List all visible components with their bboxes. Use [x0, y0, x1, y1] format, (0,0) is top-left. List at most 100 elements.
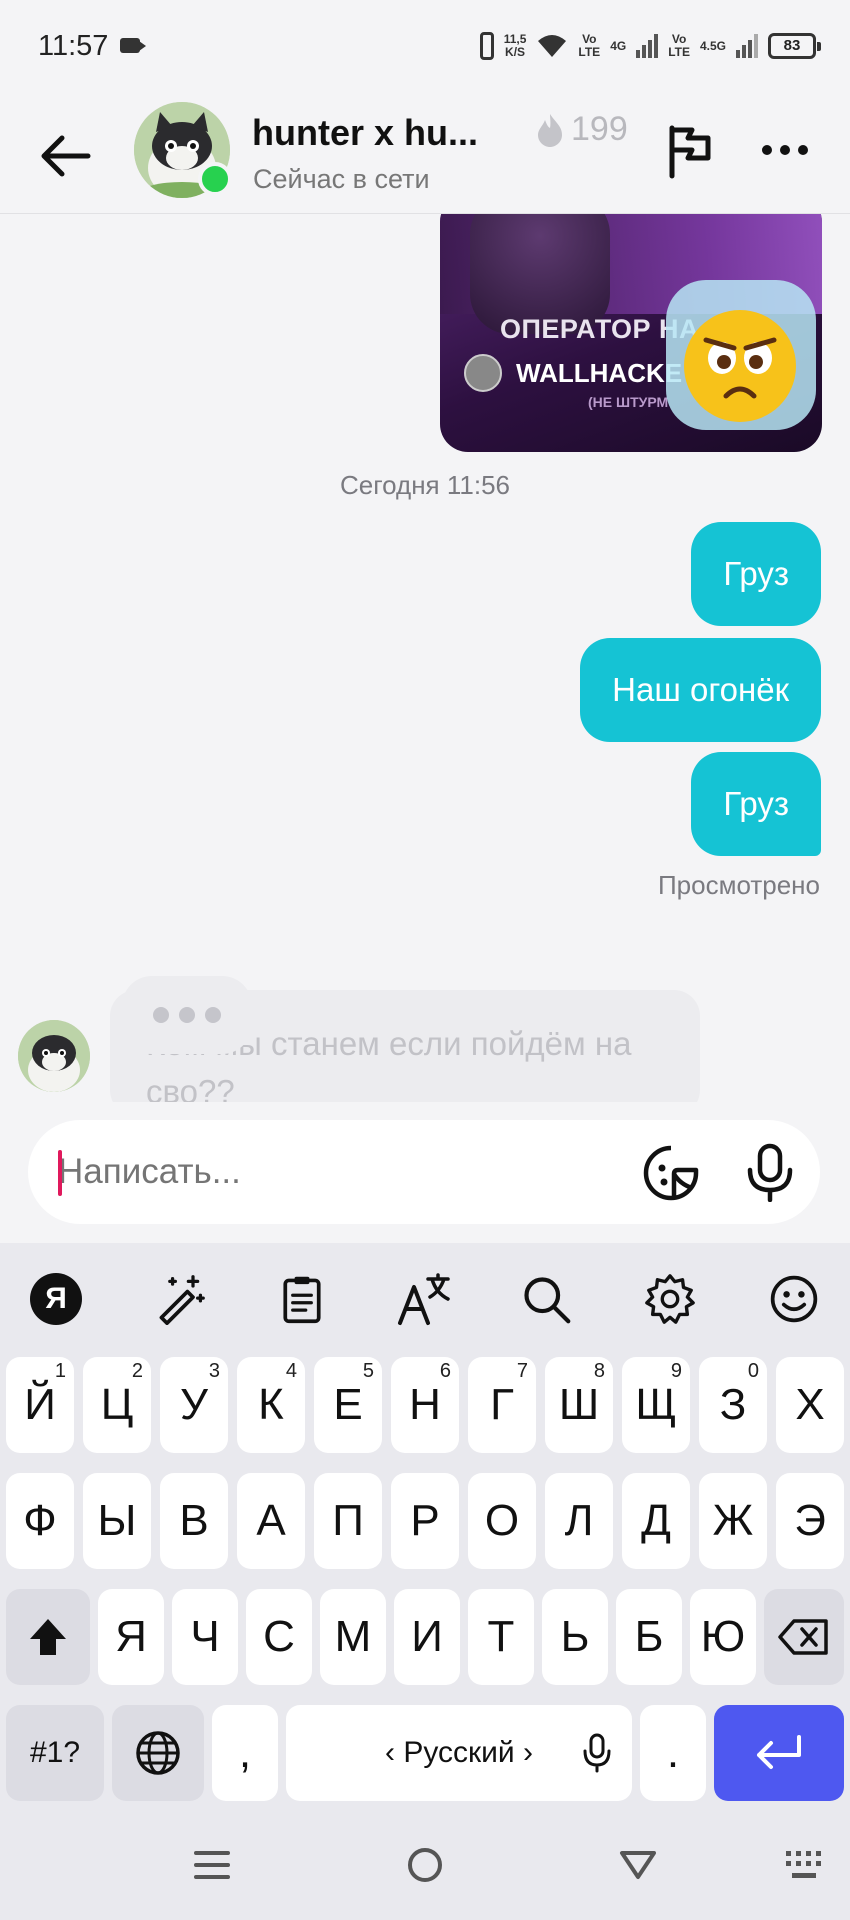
search-button[interactable] — [518, 1271, 574, 1327]
key-е[interactable]: Е5 — [314, 1357, 382, 1453]
key-label: Е — [333, 1380, 363, 1429]
message-bubble-outgoing[interactable]: Груз — [691, 752, 821, 856]
video-subcaption: (НЕ ШТУРМ — [588, 394, 669, 410]
key-label: Й — [24, 1380, 56, 1429]
key-label: Н — [409, 1380, 441, 1429]
report-button[interactable] — [662, 120, 718, 180]
more-options-button[interactable] — [755, 122, 815, 178]
key-э[interactable]: Э — [776, 1473, 844, 1569]
streak-count: 199 — [571, 110, 628, 148]
key-з[interactable]: З0 — [699, 1357, 767, 1453]
key-ш[interactable]: Ш8 — [545, 1357, 613, 1453]
seen-status: Просмотрено — [657, 870, 820, 900]
arrow-left-icon — [41, 135, 91, 177]
sender-avatar[interactable] — [18, 1020, 90, 1092]
key-ц[interactable]: Ц2 — [83, 1357, 151, 1453]
battery-icon: 83 — [768, 33, 821, 59]
key-label: Ш — [558, 1380, 600, 1429]
key-ы[interactable]: Ы — [83, 1473, 151, 1569]
keyboard-hide-button[interactable] — [774, 1840, 834, 1890]
sticker-button[interactable] — [642, 1144, 700, 1202]
voice-message-button[interactable] — [742, 1142, 798, 1203]
key-hint: 3 — [208, 1360, 220, 1382]
key-щ[interactable]: Щ9 — [622, 1357, 690, 1453]
keyboard-toolbar: Я — [0, 1243, 850, 1355]
key-б[interactable]: Б — [616, 1589, 682, 1685]
key-х[interactable]: Х — [776, 1357, 844, 1453]
key-и[interactable]: И — [394, 1589, 460, 1685]
globe-icon — [136, 1731, 180, 1775]
yandex-logo-button[interactable]: Я — [28, 1271, 84, 1327]
space-key[interactable]: ‹ Русский › — [286, 1705, 632, 1801]
clipboard-button[interactable] — [274, 1271, 330, 1327]
key-ь[interactable]: Ь — [542, 1589, 608, 1685]
comma-key[interactable]: , — [212, 1705, 278, 1801]
key-р[interactable]: Р — [391, 1473, 459, 1569]
online-indicator — [198, 162, 232, 196]
chat-messages[interactable]: ОПЕРАТОР НА С WALLHACKE (НЕ ШТУРМ Сегодн… — [0, 214, 850, 1102]
message-bubble-outgoing[interactable]: Груз — [691, 522, 821, 626]
home-button[interactable] — [395, 1840, 455, 1890]
key-hint: 8 — [593, 1360, 605, 1382]
key-ж[interactable]: Ж — [699, 1473, 767, 1569]
status-indicators: 11,5 K/S Vo LTE 4G Vo LTE 4.5G 83 — [479, 26, 821, 66]
chat-title[interactable]: hunter x hu... — [252, 112, 478, 154]
video-channel: WALLHACKE — [516, 358, 683, 388]
key-с[interactable]: С — [246, 1589, 312, 1685]
key-hint: 7 — [516, 1360, 528, 1382]
sad-emoji-sticker[interactable] — [660, 274, 822, 436]
key-г[interactable]: Г7 — [468, 1357, 536, 1453]
text-cursor — [58, 1150, 62, 1196]
key-о[interactable]: О — [468, 1473, 536, 1569]
magic-wand-icon — [159, 1275, 205, 1325]
key-л[interactable]: Л — [545, 1473, 613, 1569]
key-ю[interactable]: Ю — [690, 1589, 756, 1685]
enter-key[interactable] — [714, 1705, 844, 1801]
key-н[interactable]: Н6 — [391, 1357, 459, 1453]
key-label: Х — [795, 1380, 825, 1429]
key-ч[interactable]: Ч — [172, 1589, 238, 1685]
message-bubble-outgoing[interactable]: Наш огонёк — [580, 638, 821, 742]
emoji-button[interactable] — [766, 1271, 822, 1327]
key-д[interactable]: Д — [622, 1473, 690, 1569]
back-nav-button[interactable] — [608, 1840, 668, 1890]
key-м[interactable]: М — [320, 1589, 386, 1685]
sim1-indicator: Vo LTE — [578, 33, 600, 59]
key-ф[interactable]: Ф — [6, 1473, 74, 1569]
key-у[interactable]: У3 — [160, 1357, 228, 1453]
key-в[interactable]: В — [160, 1473, 228, 1569]
key-label: У — [180, 1380, 208, 1429]
system-navigation-bar — [0, 1810, 850, 1920]
message-input[interactable] — [58, 1120, 618, 1224]
key-й[interactable]: Й1 — [6, 1357, 74, 1453]
key-п[interactable]: П — [314, 1473, 382, 1569]
status-bar: 11:57 11,5 K/S Vo LTE 4G Vo LTE 4.5G 83 — [0, 0, 850, 92]
chat-header: hunter x hu... Сейчас в сети 199 — [0, 92, 850, 214]
key-label: Ц — [100, 1380, 134, 1429]
period-key[interactable]: . — [640, 1705, 706, 1801]
language-key[interactable] — [112, 1705, 204, 1801]
shift-arrow-icon — [30, 1619, 66, 1655]
key-к[interactable]: К4 — [237, 1357, 305, 1453]
sim2-lte: LTE — [668, 45, 690, 59]
key-hint: 9 — [670, 1360, 682, 1382]
chat-avatar[interactable] — [134, 102, 232, 198]
key-т[interactable]: Т — [468, 1589, 534, 1685]
translate-button[interactable] — [396, 1271, 452, 1327]
enter-arrow-icon — [757, 1735, 801, 1769]
magic-wand-button[interactable] — [152, 1271, 208, 1327]
yandex-logo: Я — [30, 1273, 82, 1325]
key-hint: 4 — [285, 1360, 297, 1382]
key-hint: 2 — [131, 1360, 143, 1382]
menu-lines-icon — [194, 1851, 230, 1879]
key-я[interactable]: Я — [98, 1589, 164, 1685]
back-button[interactable] — [36, 126, 96, 186]
shift-key[interactable] — [6, 1589, 90, 1685]
network-speed-unit: K/S — [505, 45, 526, 59]
key-а[interactable]: А — [237, 1473, 305, 1569]
symbols-key[interactable]: #1? — [6, 1705, 104, 1801]
streak-counter[interactable]: 199 — [535, 110, 628, 149]
recent-apps-button[interactable] — [182, 1840, 242, 1890]
settings-button[interactable] — [642, 1271, 698, 1327]
backspace-key[interactable] — [764, 1589, 844, 1685]
